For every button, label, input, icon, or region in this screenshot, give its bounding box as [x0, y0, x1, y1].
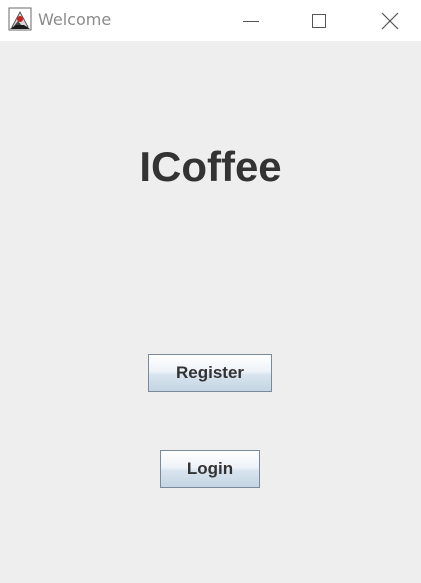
maximize-icon	[311, 13, 327, 29]
java-duke-icon	[8, 7, 32, 31]
minimize-button[interactable]	[228, 0, 274, 41]
title-bar[interactable]: Welcome	[0, 0, 421, 41]
close-button[interactable]	[367, 0, 413, 41]
window-title: Welcome	[38, 10, 112, 29]
register-button[interactable]: Register	[148, 354, 272, 392]
minimize-icon	[243, 13, 259, 29]
welcome-window: Welcome ICoffee Register Login	[0, 0, 421, 583]
app-title: ICoffee	[139, 143, 282, 190]
login-button[interactable]: Login	[160, 450, 260, 488]
close-icon	[381, 12, 399, 30]
maximize-button[interactable]	[296, 0, 342, 41]
